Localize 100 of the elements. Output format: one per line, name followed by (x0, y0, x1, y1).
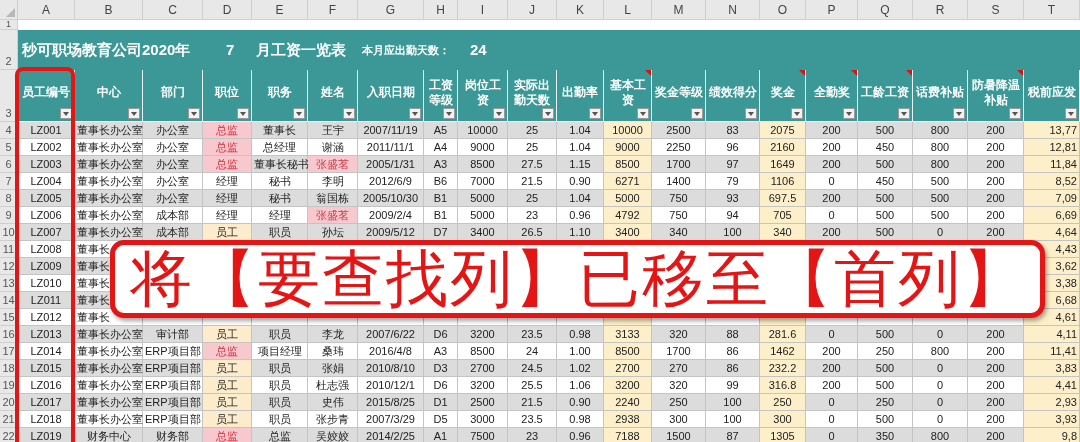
column-letter[interactable]: S (968, 0, 1024, 20)
column-header: 部门 (143, 70, 203, 122)
column-header: 全勤奖 (806, 70, 858, 122)
table-cell: 2005/1/31 (358, 156, 424, 173)
table-cell: 张娟 (308, 360, 358, 377)
table-cell: 0.98 (557, 411, 604, 428)
column-letter[interactable]: N (706, 0, 760, 20)
table-cell: 经理 (252, 207, 308, 224)
table-cell: 3200 (458, 377, 508, 394)
column-letter[interactable]: J (508, 0, 557, 20)
column-letter[interactable]: A (18, 0, 75, 20)
table-cell: 200 (968, 156, 1024, 173)
column-letter[interactable]: O (760, 0, 806, 20)
table-cell: 董事长办公室 (75, 139, 143, 156)
month-number: 7 (226, 39, 236, 60)
table-cell: 300 (652, 411, 706, 428)
table-cell: 13,77 (1024, 122, 1080, 139)
table-cell: 秘书 (252, 173, 308, 190)
table-cell: 王宇 (308, 122, 358, 139)
title-suffix: 月工资一览表 (256, 39, 347, 60)
column-letter[interactable]: T (1024, 0, 1080, 20)
table-cell: 200 (968, 377, 1024, 394)
table-cell: 88 (706, 326, 760, 343)
table-cell: 1305 (760, 428, 806, 442)
column-letter[interactable]: I (458, 0, 508, 20)
table-cell: A5 (424, 122, 458, 139)
table-cell: 86 (706, 360, 760, 377)
table-cell: 办公室 (143, 139, 203, 156)
column-header: 奖金等级 (652, 70, 706, 122)
table-cell: 办公室 (143, 190, 203, 207)
table-cell: 0 (806, 428, 858, 442)
table-cell: 23 (508, 207, 557, 224)
table-cell: 1.00 (557, 343, 604, 360)
row-number: 2 (0, 30, 18, 70)
table-cell: 300 (760, 411, 806, 428)
table-cell: 财务中心 (75, 428, 143, 442)
table-cell: D3 (424, 360, 458, 377)
column-letter[interactable]: K (557, 0, 604, 20)
table-cell: 800 (913, 139, 968, 156)
table-cell: ERP项目部 (143, 360, 203, 377)
table-cell: 员工 (203, 411, 252, 428)
column-letter[interactable]: G (358, 0, 424, 20)
column-letter[interactable]: R (913, 0, 968, 20)
table-cell: 员工 (203, 360, 252, 377)
column-letter[interactable]: L (604, 0, 652, 20)
table-cell: 2,93 (1024, 394, 1080, 411)
table-cell: 2010/8/10 (358, 360, 424, 377)
table-cell: 500 (858, 122, 913, 139)
column-letter[interactable]: D (203, 0, 252, 20)
table-cell: 2012/6/9 (358, 173, 424, 190)
table-cell: 86 (706, 343, 760, 360)
table-cell: 董事长办公室 (75, 394, 143, 411)
table-cell: 200 (806, 190, 858, 207)
table-cell: 0 (913, 394, 968, 411)
table-cell: 员工 (203, 377, 252, 394)
table-cell: 杜志强 (308, 377, 358, 394)
table-cell: 5000 (458, 190, 508, 207)
table-cell: 9000 (604, 139, 652, 156)
workdays-label: 本月应出勤天数： (362, 42, 451, 58)
column-letter[interactable]: P (806, 0, 858, 20)
table-cell: 经理 (203, 207, 252, 224)
table-cell: 3000 (458, 411, 508, 428)
table-cell: 800 (913, 343, 968, 360)
table-cell: A1 (424, 428, 458, 442)
column-letter[interactable]: C (143, 0, 203, 20)
table-cell: 750 (652, 207, 706, 224)
table-cell: 6,69 (1024, 207, 1080, 224)
column-letter[interactable]: F (308, 0, 358, 20)
table-cell: 经理 (203, 190, 252, 207)
table-cell: 200 (806, 377, 858, 394)
table-cell: 1.15 (557, 156, 604, 173)
table-cell: 0 (913, 377, 968, 394)
table-cell: 11,41 (1024, 343, 1080, 360)
table-cell: 1462 (760, 343, 806, 360)
column-header: 职务 (252, 70, 308, 122)
table-cell: 史伟 (308, 394, 358, 411)
table-cell: 200 (968, 122, 1024, 139)
table-cell: 2007/11/19 (358, 122, 424, 139)
column-header: 工龄工资 (858, 70, 913, 122)
column-letter[interactable]: Q (858, 0, 913, 20)
table-cell: 99 (706, 377, 760, 394)
column-header: 奖金 (760, 70, 806, 122)
column-header: 基本工资 (604, 70, 652, 122)
table-cell: 5000 (458, 207, 508, 224)
table-cell: 750 (652, 190, 706, 207)
table-cell: 24 (508, 343, 557, 360)
column-letter[interactable]: B (75, 0, 143, 20)
table-cell: 总经理 (252, 139, 308, 156)
table-cell: 董事长办公室 (75, 224, 143, 241)
table-cell: 董事长办公室 (75, 173, 143, 190)
column-letter[interactable]: H (424, 0, 458, 20)
table-cell: 李明 (308, 173, 358, 190)
table-cell: 23.5 (508, 411, 557, 428)
table-cell: 200 (968, 326, 1024, 343)
column-header: 工资等级 (424, 70, 458, 122)
table-cell: 25 (508, 139, 557, 156)
table-cell: 25.5 (508, 377, 557, 394)
table-cell: A3 (424, 343, 458, 360)
column-letter[interactable]: E (252, 0, 308, 20)
column-letter[interactable]: M (652, 0, 706, 20)
